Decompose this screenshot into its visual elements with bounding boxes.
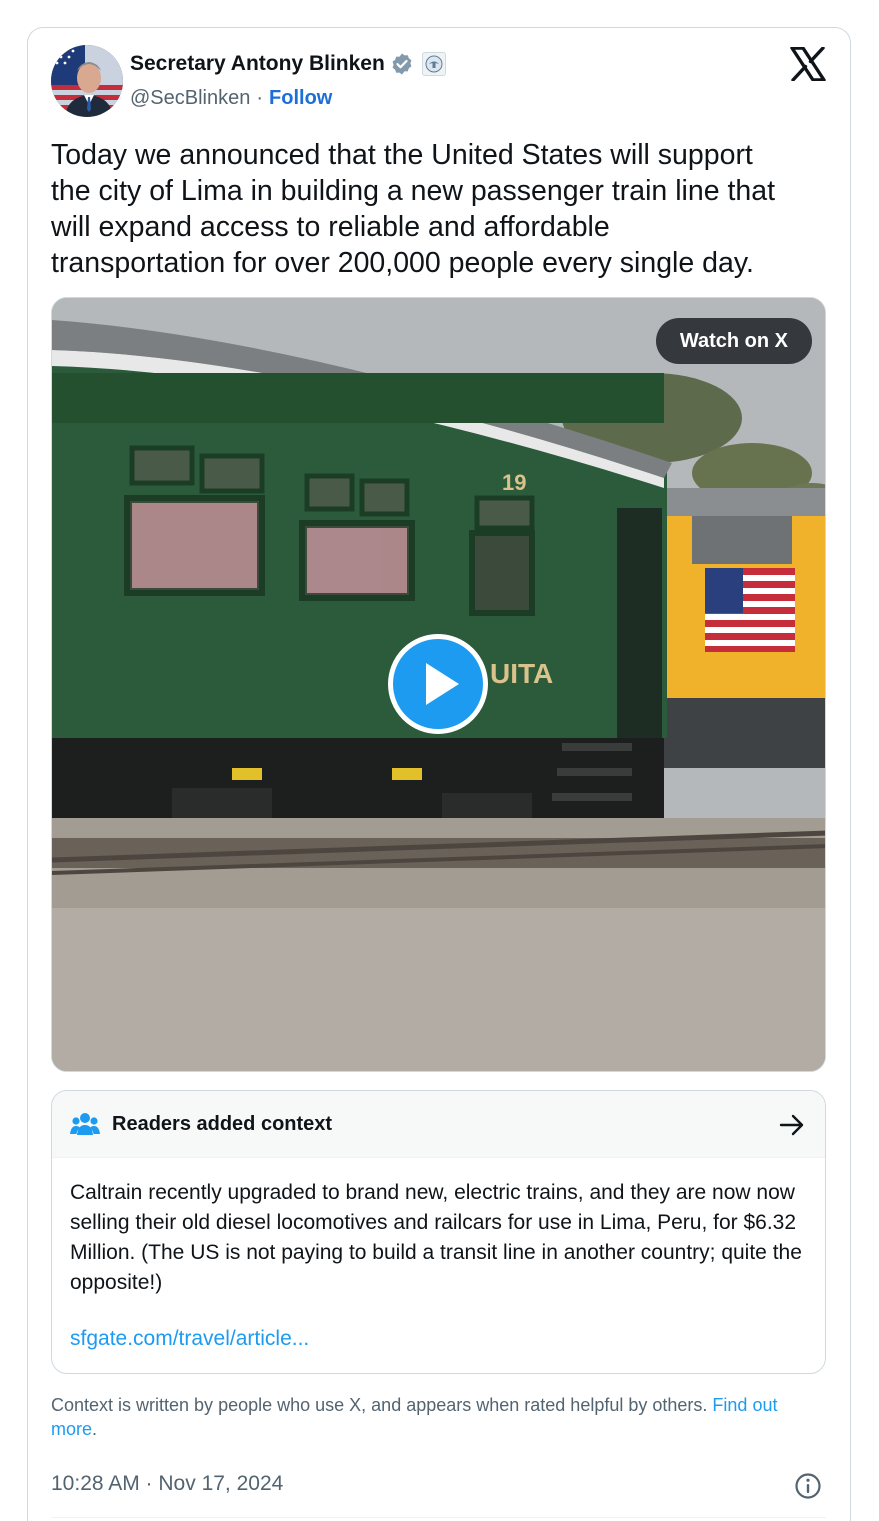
author-handle-row: @SecBlinken · Follow: [130, 87, 332, 110]
government-seal-icon[interactable]: [421, 52, 446, 76]
x-logo-icon[interactable]: [790, 47, 826, 81]
play-button[interactable]: [388, 634, 488, 734]
footer-divider: [51, 1517, 826, 1518]
arrow-right-icon[interactable]: [779, 1113, 805, 1137]
tweet-text: Today we announced that the United State…: [51, 139, 776, 279]
follow-button[interactable]: Follow: [269, 87, 332, 110]
verified-badge-icon: [392, 53, 412, 75]
people-icon: [70, 1113, 100, 1135]
car-number: 19: [502, 470, 526, 495]
play-icon: [426, 663, 459, 705]
community-note-link[interactable]: sfgate.com/travel/article...: [70, 1327, 309, 1351]
tweet-timestamp[interactable]: 10:28 AM · Nov 17, 2024: [51, 1472, 283, 1496]
car-lettering: UITA: [490, 658, 553, 689]
community-note-body: Caltrain recently upgraded to brand new,…: [70, 1181, 802, 1294]
author-handle[interactable]: @SecBlinken: [130, 87, 250, 110]
watch-on-x-button[interactable]: Watch on X: [655, 318, 812, 364]
community-note-header[interactable]: Readers added context: [52, 1091, 825, 1158]
disclaimer-text: Context is written by people who use X, …: [51, 1395, 708, 1415]
disclaimer-end: .: [92, 1419, 98, 1439]
community-note-disclaimer: Context is written by people who use X, …: [51, 1393, 821, 1441]
author-name-row: Secretary Antony Blinken: [130, 52, 446, 76]
video-player[interactable]: 103 19 UI: [51, 297, 826, 1072]
author-display-name[interactable]: Secretary Antony Blinken: [130, 52, 385, 76]
info-icon[interactable]: [794, 1472, 822, 1500]
separator-dot: ·: [256, 87, 264, 109]
author-avatar[interactable]: [51, 45, 123, 117]
community-note[interactable]: Readers added context Caltrain recently …: [51, 1090, 826, 1374]
community-note-title: Readers added context: [112, 1112, 333, 1135]
